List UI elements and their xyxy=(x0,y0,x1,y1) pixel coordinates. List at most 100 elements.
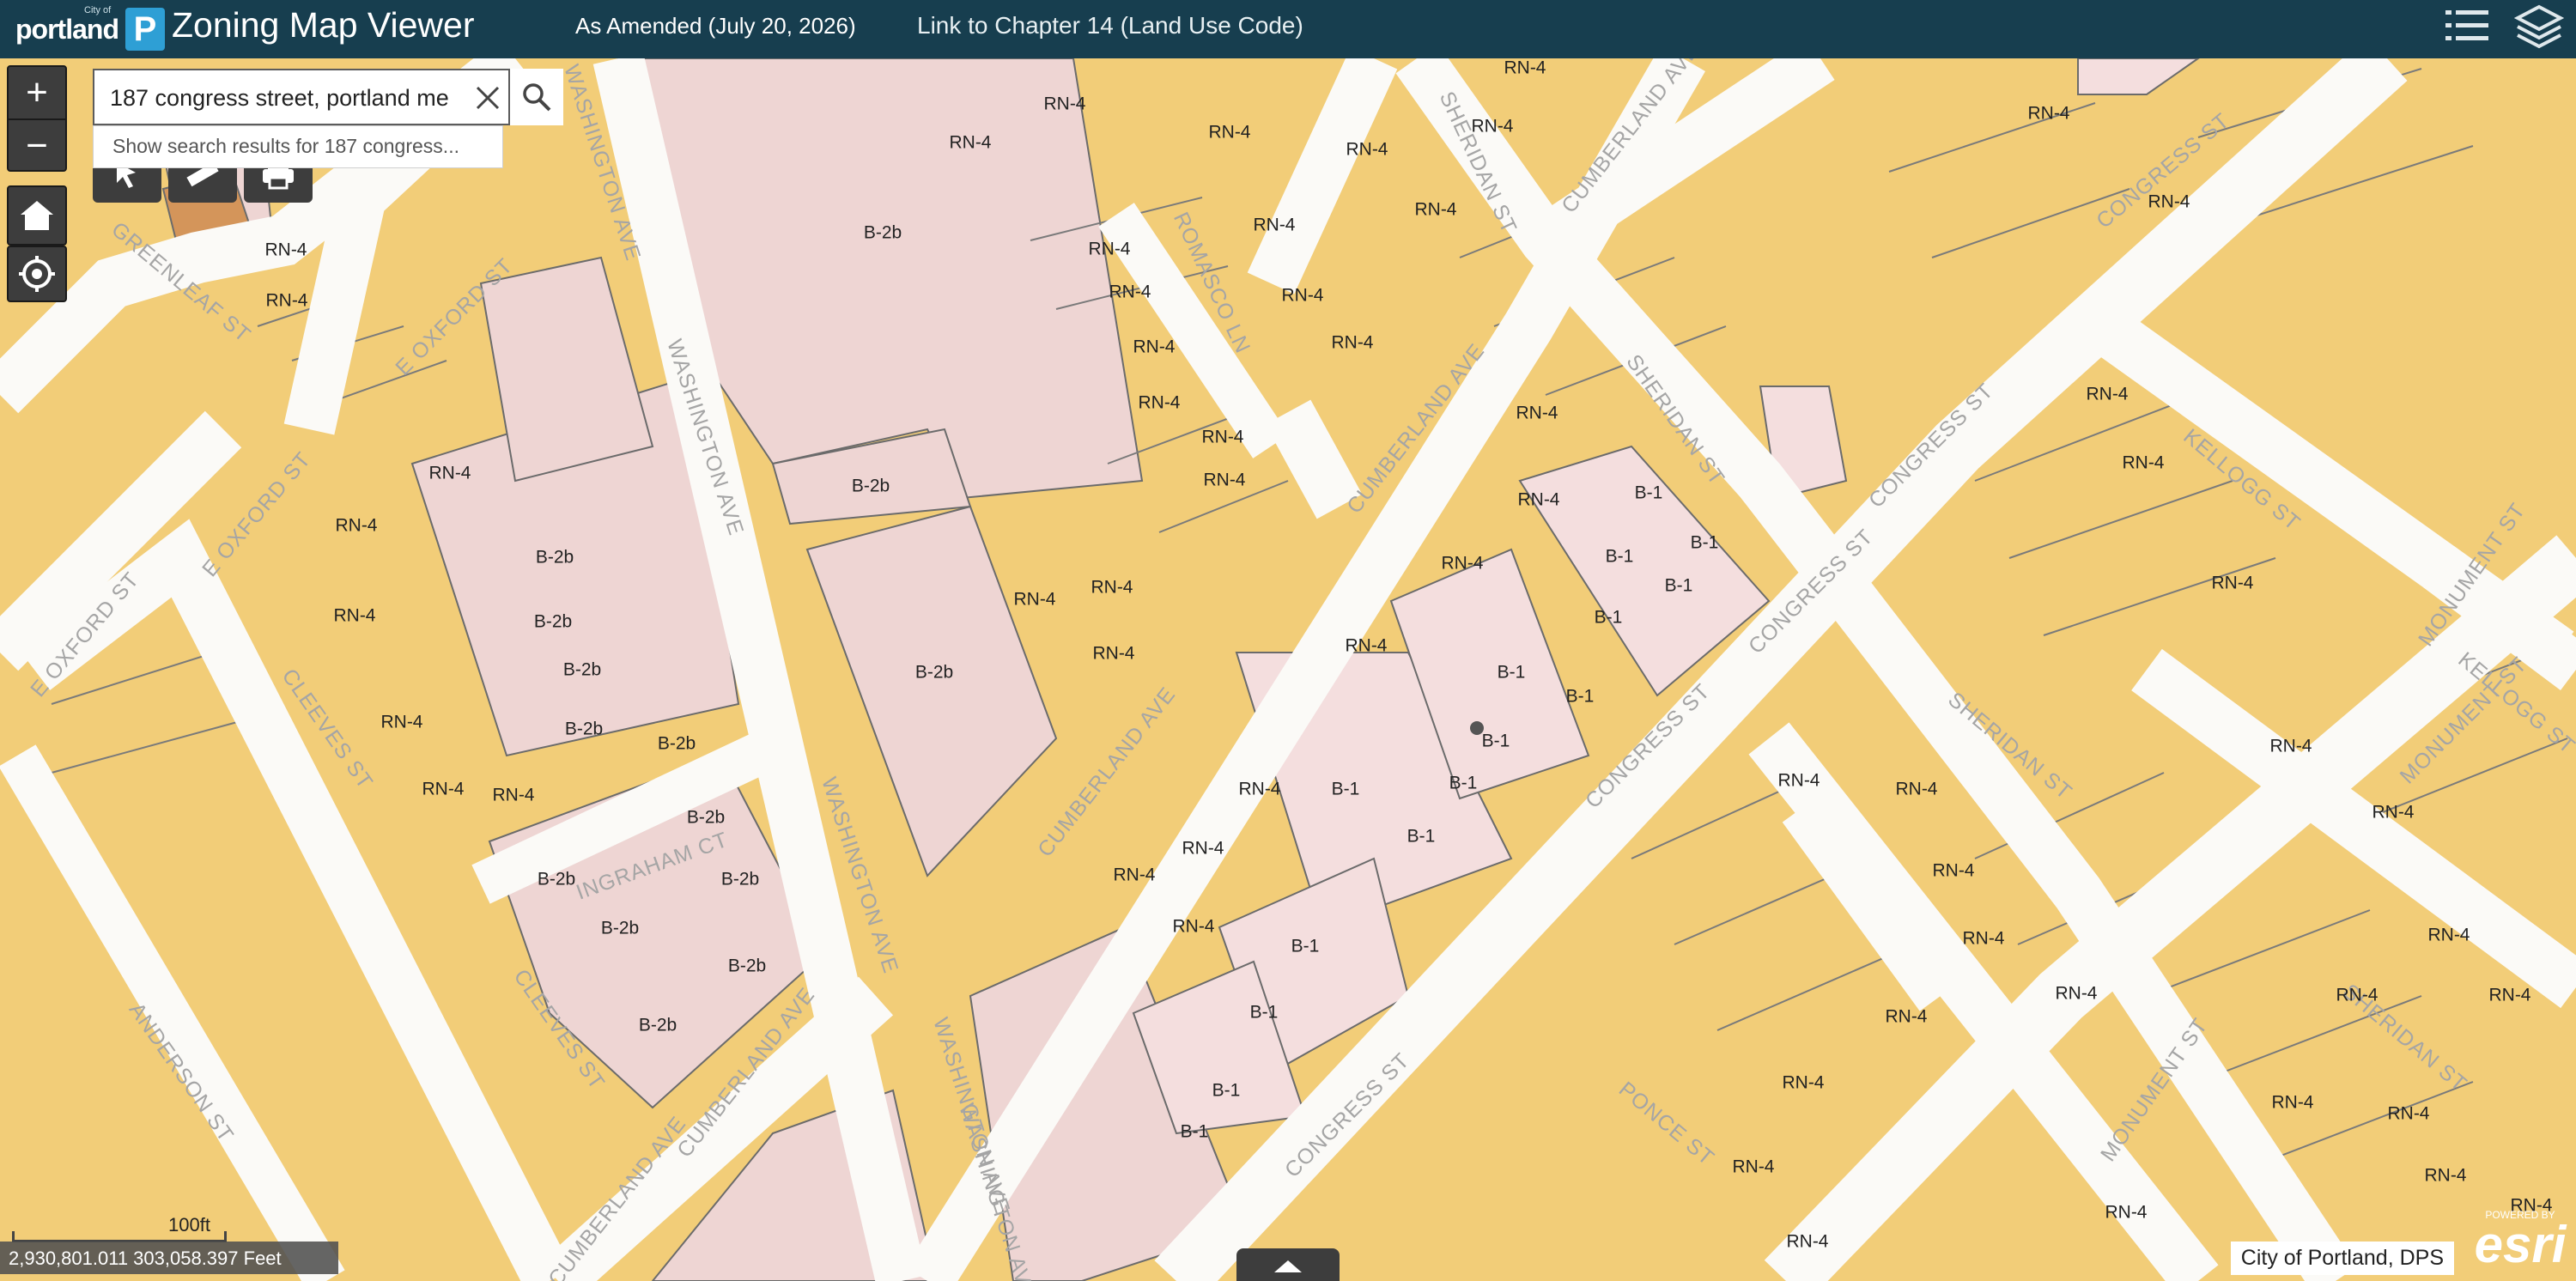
zone-label[interactable]: RN-4 xyxy=(1732,1157,1774,1177)
zone-label[interactable]: RN-4 xyxy=(1777,771,1820,791)
zone-label[interactable]: RN-4 xyxy=(1013,590,1055,610)
zone-label[interactable]: B-1 xyxy=(1566,687,1595,707)
layers-icon[interactable] xyxy=(2513,2,2565,56)
zone-label[interactable]: RN-4 xyxy=(335,516,377,536)
zone-label[interactable]: B-1 xyxy=(1606,547,1634,567)
zone-label[interactable]: B-1 xyxy=(1181,1122,1209,1142)
zone-label[interactable]: B-2b xyxy=(534,612,572,632)
zoom-out-button[interactable]: − xyxy=(9,120,65,172)
zoom-in-button[interactable]: + xyxy=(9,67,65,118)
zone-label[interactable]: RN-4 xyxy=(2372,803,2414,823)
zone-label[interactable]: RN-4 xyxy=(2336,986,2378,1005)
zone-label[interactable]: RN-4 xyxy=(2488,986,2530,1005)
address-search-input[interactable] xyxy=(108,77,472,118)
zone-label[interactable]: RN-4 xyxy=(2105,1203,2147,1223)
locate-button[interactable] xyxy=(7,246,67,302)
zone-label[interactable]: B-2b xyxy=(721,870,759,889)
zone-label[interactable]: RN-4 xyxy=(2424,1166,2466,1186)
zone-label[interactable]: RN-4 xyxy=(1516,404,1558,423)
zone-label[interactable]: B-2b xyxy=(536,548,574,568)
zone-label[interactable]: RN-4 xyxy=(422,780,464,799)
zone-label[interactable]: B-2b xyxy=(601,919,639,938)
zone-label[interactable]: RN-4 xyxy=(1203,471,1245,490)
zone-label[interactable]: B-2b xyxy=(864,223,902,243)
zone-label[interactable]: RN-4 xyxy=(1201,428,1243,447)
zone-label[interactable]: RN-4 xyxy=(2055,984,2097,1004)
zone-label[interactable]: RN-4 xyxy=(333,606,375,626)
zone-label[interactable]: B-2b xyxy=(728,956,766,976)
home-button[interactable] xyxy=(7,185,67,246)
zone-label[interactable]: RN-4 xyxy=(2122,453,2164,473)
zone-label[interactable]: RN-4 xyxy=(1238,780,1280,799)
attribution-toggle-button[interactable] xyxy=(1236,1248,1340,1281)
zone-label[interactable]: RN-4 xyxy=(1138,393,1180,413)
zone-label[interactable]: RN-4 xyxy=(1885,1007,1927,1027)
zone-label[interactable]: RN-4 xyxy=(2211,574,2253,593)
zone-label[interactable]: RN-4 xyxy=(1932,861,1974,881)
zone-label[interactable]: B-1 xyxy=(1449,774,1478,793)
search-suggestion[interactable]: Show search results for 187 congress... xyxy=(93,125,503,168)
clear-search-icon[interactable] xyxy=(467,77,508,118)
zone-label[interactable]: RN-4 xyxy=(1281,286,1323,306)
zone-label[interactable]: B-1 xyxy=(1291,937,1320,956)
zone-label[interactable]: RN-4 xyxy=(2027,104,2069,124)
zone-label[interactable]: RN-4 xyxy=(264,240,307,260)
zone-label[interactable]: RN-4 xyxy=(1113,865,1155,885)
zone-label[interactable]: RN-4 xyxy=(1345,636,1387,656)
zone-label[interactable]: RN-4 xyxy=(1346,140,1388,160)
zone-label[interactable]: RN-4 xyxy=(1091,578,1133,598)
zone-label[interactable]: RN-4 xyxy=(2427,926,2470,945)
zone-label[interactable]: RN-4 xyxy=(949,133,991,153)
zone-label[interactable]: B-2b xyxy=(658,734,696,754)
city-logo[interactable]: City of portland P xyxy=(15,3,165,55)
zone-label[interactable]: B-1 xyxy=(1498,663,1526,683)
zone-label[interactable]: RN-4 xyxy=(1253,216,1295,235)
zone-label[interactable]: RN-4 xyxy=(2086,385,2128,404)
zone-label[interactable]: B-1 xyxy=(1665,576,1693,596)
zone-label[interactable]: RN-4 xyxy=(1092,644,1134,664)
zone-label[interactable]: B-2b xyxy=(687,808,725,828)
zone-label[interactable]: RN-4 xyxy=(1331,333,1373,353)
zone-label[interactable]: RN-4 xyxy=(1182,839,1224,859)
zone-label[interactable]: B-1 xyxy=(1595,608,1623,628)
zone-label[interactable]: RN-4 xyxy=(1441,554,1483,574)
zone-label[interactable]: B-1 xyxy=(1691,533,1719,553)
zone-label[interactable]: B-2b xyxy=(538,870,575,889)
zoning-map[interactable]: WASHINGTON AVEWASHINGTON AVEWASHINGTON A… xyxy=(0,0,2576,1281)
zone-label[interactable]: RN-4 xyxy=(1088,240,1130,259)
zone-label[interactable]: RN-4 xyxy=(1471,117,1513,137)
zone-label[interactable]: B-2b xyxy=(639,1016,677,1035)
zone-label[interactable]: B-1 xyxy=(1482,732,1510,751)
zone-label[interactable]: B-1 xyxy=(1635,483,1663,503)
zone-label[interactable]: B-1 xyxy=(1250,1003,1279,1023)
zone-label[interactable]: RN-4 xyxy=(1208,123,1250,143)
zone-label[interactable]: RN-4 xyxy=(492,786,534,805)
zone-label[interactable]: RN-4 xyxy=(2271,1093,2313,1113)
zone-label[interactable]: B-1 xyxy=(1212,1081,1241,1101)
zone-label[interactable]: RN-4 xyxy=(2148,192,2190,212)
zone-label[interactable]: B-1 xyxy=(1407,827,1436,847)
zone-label[interactable]: RN-4 xyxy=(265,291,307,311)
zone-label[interactable]: RN-4 xyxy=(1962,929,2004,949)
zone-label[interactable]: RN-4 xyxy=(1414,200,1456,220)
zone-label[interactable]: B-2b xyxy=(852,477,890,496)
zone-label[interactable]: B-2b xyxy=(563,660,601,680)
zone-label[interactable]: RN-4 xyxy=(1133,337,1175,357)
zone-label[interactable]: B-2b xyxy=(565,719,603,739)
zone-label[interactable]: RN-4 xyxy=(380,713,422,732)
zone-label[interactable]: RN-4 xyxy=(1895,780,1937,799)
zone-label[interactable]: RN-4 xyxy=(428,464,471,483)
zone-label[interactable]: RN-4 xyxy=(2269,737,2312,756)
selected-parcel-marker[interactable] xyxy=(1470,721,1484,735)
legend-list-icon[interactable] xyxy=(2442,2,2492,56)
zone-label[interactable]: RN-4 xyxy=(1172,917,1214,937)
search-button[interactable] xyxy=(508,69,563,125)
zone-label[interactable]: RN-4 xyxy=(1109,282,1151,302)
zone-label[interactable]: RN-4 xyxy=(1517,490,1559,510)
zone-label[interactable]: RN-4 xyxy=(1786,1232,1828,1252)
zone-label[interactable]: B-1 xyxy=(1332,780,1360,799)
zone-label[interactable]: RN-4 xyxy=(1043,94,1085,114)
zone-label[interactable]: RN-4 xyxy=(1782,1073,1824,1093)
zone-label[interactable]: RN-4 xyxy=(2387,1104,2429,1124)
zone-label[interactable]: B-2b xyxy=(915,663,953,683)
